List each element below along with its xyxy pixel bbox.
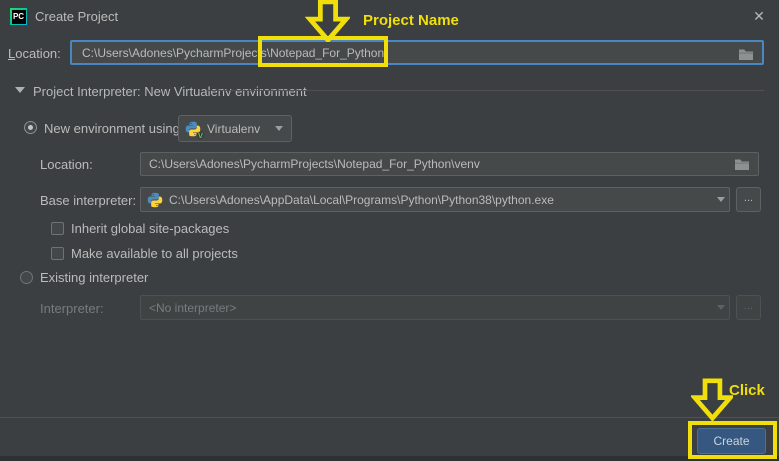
new-environment-label: New environment using [44, 121, 180, 136]
create-button[interactable]: Create [697, 428, 766, 454]
inherit-site-packages-label: Inherit global site-packages [71, 221, 229, 236]
annotation-arrow-project-name [305, 0, 350, 42]
base-interpreter-browse-button[interactable]: ... [736, 187, 761, 212]
radio-existing-interpreter[interactable] [20, 271, 33, 284]
location-project-name: Notepad_For_Python [270, 46, 384, 60]
interpreter-browse-button: ... [736, 295, 761, 320]
annotation-arrow-click [691, 377, 733, 422]
environment-type-value: Virtualenv [207, 122, 260, 136]
checkbox-inherit-site-packages[interactable] [51, 222, 64, 235]
radio-new-environment[interactable] [24, 121, 37, 134]
browse-folder-icon[interactable] [738, 48, 754, 61]
location-input[interactable]: C:\Users\Adones\PycharmProjects\Notepad_… [70, 40, 764, 65]
annotation-project-name-label: Project Name [363, 12, 459, 29]
create-project-dialog: { "colors": { "annotation_yellow": "#F0D… [0, 0, 779, 461]
interpreter-section-title: Project Interpreter: New Virtualenv envi… [33, 84, 307, 99]
base-interpreter-dropdown[interactable]: C:\Users\Adones\AppData\Local\Programs\P… [140, 187, 730, 212]
section-divider [207, 90, 764, 91]
base-interpreter-label: Base interpreter: [40, 193, 136, 208]
close-icon[interactable]: ✕ [748, 5, 770, 27]
venv-browse-folder-icon[interactable] [734, 158, 750, 171]
make-available-label: Make available to all projects [71, 246, 238, 261]
venv-location-label: Location: [40, 157, 93, 172]
collapse-triangle-icon[interactable] [15, 87, 25, 93]
python-icon [147, 192, 163, 208]
window-bottom-edge [0, 456, 779, 461]
checkbox-make-available[interactable] [51, 247, 64, 260]
interpreter-value: <No interpreter> [149, 301, 236, 315]
annotation-click-label: Click [729, 382, 765, 399]
venv-location-input[interactable]: C:\Users\Adones\PycharmProjects\Notepad_… [140, 152, 759, 176]
base-interpreter-chevron-icon [717, 197, 725, 202]
interpreter-chevron-icon [717, 305, 725, 310]
footer-divider [0, 417, 779, 418]
pycharm-icon: PC [10, 8, 27, 25]
interpreter-label: Interpreter: [40, 301, 104, 316]
location-label: Location: [8, 46, 61, 61]
virtualenv-python-icon: v [185, 121, 201, 137]
venv-location-value: C:\Users\Adones\PycharmProjects\Notepad_… [149, 157, 480, 171]
chevron-down-icon [275, 126, 283, 131]
dialog-title: Create Project [35, 9, 118, 24]
base-interpreter-value: C:\Users\Adones\AppData\Local\Programs\P… [169, 193, 554, 207]
location-path-prefix: C:\Users\Adones\PycharmProjects\ [82, 46, 270, 60]
existing-interpreter-label: Existing interpreter [40, 270, 148, 285]
environment-type-dropdown[interactable]: v Virtualenv [178, 115, 292, 142]
interpreter-dropdown: <No interpreter> [140, 295, 730, 320]
